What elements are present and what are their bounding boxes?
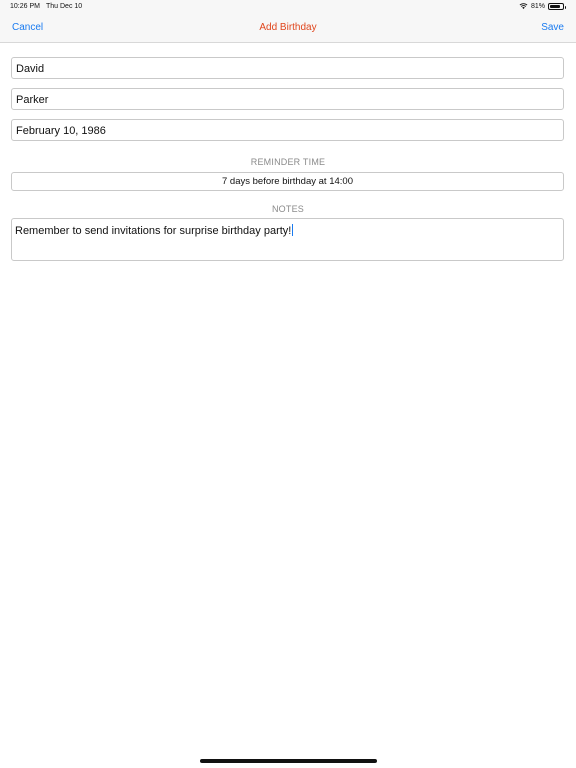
birthday-date-field[interactable]: February 10, 1986 — [11, 119, 564, 141]
first-name-value: David — [16, 63, 45, 75]
birthday-date-value: February 10, 1986 — [16, 125, 106, 137]
battery-percent: 81% — [530, 2, 545, 10]
status-date: Thu Dec 10 — [46, 3, 83, 10]
status-right: 81% — [519, 2, 566, 10]
page-title: Add Birthday — [259, 22, 317, 33]
first-name-field[interactable]: David — [11, 57, 564, 79]
status-bar: 10:26 PM Thu Dec 10 81% — [0, 0, 576, 14]
status-time: 10:26 PM — [10, 3, 40, 10]
reminder-time-button[interactable]: 7 days before birthday at 14:00 — [11, 172, 564, 191]
battery-fill — [550, 4, 560, 8]
notes-label: NOTES — [271, 204, 304, 214]
last-name-value: Parker — [16, 94, 49, 106]
navigation-bar: Cancel Add Birthday Save — [0, 14, 576, 43]
save-button[interactable]: Save — [541, 22, 564, 33]
notes-textarea[interactable]: Remember to send invitations for surpris… — [11, 218, 564, 261]
text-cursor — [291, 224, 293, 236]
reminder-time-label: REMINDER TIME — [250, 157, 326, 167]
home-indicator[interactable] — [200, 759, 377, 763]
wifi-icon — [519, 3, 528, 9]
notes-text: Remember to send invitations for surpris… — [15, 225, 292, 237]
battery-icon — [548, 2, 566, 10]
last-name-field[interactable]: Parker — [11, 88, 564, 110]
